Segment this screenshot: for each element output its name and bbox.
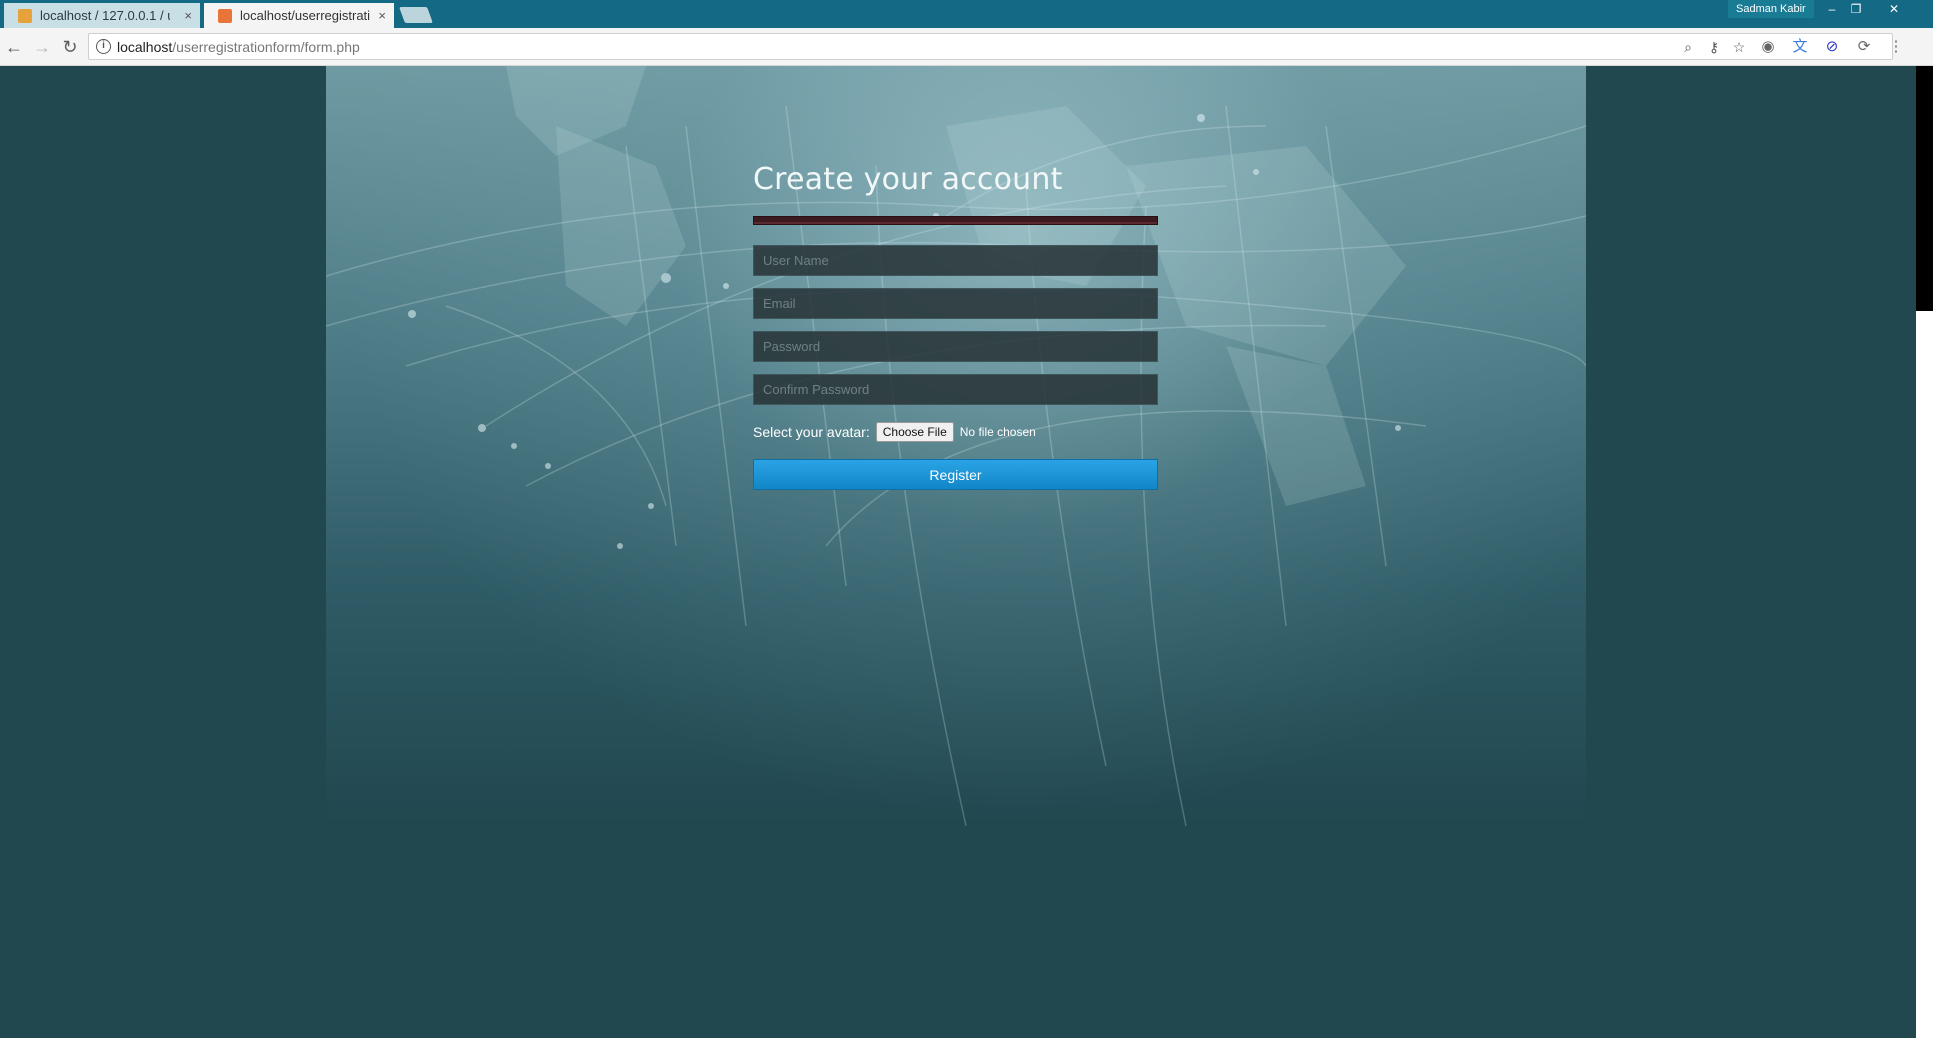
close-tab-icon[interactable]: × — [378, 3, 386, 28]
tab-phpmyadmin[interactable]: localhost / 127.0.0.1 / us × — [4, 3, 200, 28]
zoom-icon[interactable]: ⌕ — [1680, 39, 1696, 55]
bookmark-star-icon[interactable]: ☆ — [1731, 39, 1747, 55]
tab-title: localhost/userregistratio — [240, 8, 370, 23]
password-input[interactable] — [753, 331, 1158, 362]
confirm-password-input[interactable] — [753, 374, 1158, 405]
registration-form: Create your account Select your avatar: … — [753, 162, 1158, 490]
phpmyadmin-favicon-icon — [18, 9, 32, 23]
register-button[interactable]: Register — [753, 459, 1158, 490]
scrollbar-thumb[interactable] — [1916, 66, 1933, 311]
url-path: /userregistrationform/form.php — [172, 39, 360, 55]
back-arrow-icon[interactable]: ← — [4, 37, 24, 57]
forward-arrow-icon[interactable]: → — [32, 37, 52, 57]
reload-icon[interactable]: ↻ — [60, 37, 80, 57]
browser-toolbar: ← → ↻ i localhost/userregistrationform/f… — [0, 28, 1933, 66]
email-input[interactable] — [753, 288, 1158, 319]
tab-title: localhost / 127.0.0.1 / us — [40, 8, 170, 23]
choose-file-button[interactable]: Choose File — [875, 422, 954, 442]
address-bar[interactable]: i localhost/userregistrationform/form.ph… — [88, 33, 1893, 60]
page-viewport: Create your account Select your avatar: … — [0, 66, 1916, 1038]
no-file-text: No file chosen — [959, 425, 1036, 439]
close-window-button[interactable]: ✕ — [1876, 0, 1912, 18]
camera-icon[interactable]: ◉ — [1758, 37, 1778, 57]
block-icon[interactable]: ⊘ — [1822, 37, 1842, 57]
tab-strip: localhost / 127.0.0.1 / us × localhost/u… — [0, 0, 1933, 28]
new-tab-button[interactable] — [399, 7, 433, 23]
url-text[interactable]: localhost/userregistrationform/form.php — [117, 39, 360, 55]
url-host: localhost — [117, 39, 173, 55]
profile-user-badge[interactable]: Sadman Kabir — [1728, 0, 1814, 18]
tab-userregistration[interactable]: localhost/userregistratio × — [204, 3, 394, 28]
translate-icon[interactable]: 文 — [1790, 37, 1810, 57]
title-divider — [753, 216, 1158, 225]
username-input[interactable] — [753, 245, 1158, 276]
restore-button[interactable]: ❐ — [1842, 0, 1870, 18]
close-tab-icon[interactable]: × — [184, 3, 192, 28]
key-icon[interactable]: ⚷ — [1706, 39, 1722, 55]
site-info-icon[interactable]: i — [96, 39, 111, 54]
avatar-label: Select your avatar: — [753, 424, 870, 440]
menu-icon[interactable]: ⋮ — [1886, 37, 1906, 57]
avatar-row: Select your avatar: Choose File No file … — [753, 422, 1158, 442]
sync-icon[interactable]: ⟳ — [1854, 37, 1874, 57]
xampp-favicon-icon — [218, 9, 232, 23]
page-title: Create your account — [753, 162, 1063, 197]
